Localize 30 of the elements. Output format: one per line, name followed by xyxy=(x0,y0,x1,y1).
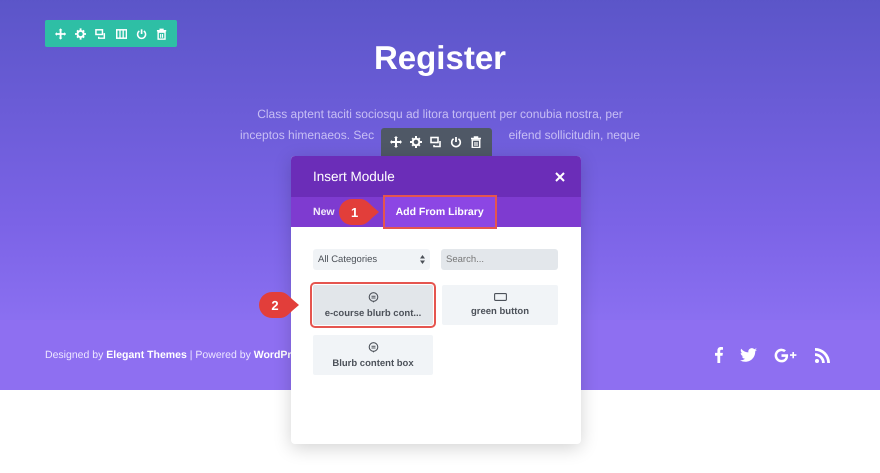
paragraph-text: inceptos himenaeos. Sec xyxy=(240,127,374,144)
tab[interactable]: New xyxy=(313,197,335,227)
search-field[interactable]: Search... xyxy=(441,249,558,270)
page-title: Register xyxy=(374,38,506,78)
library-item[interactable]: e-course blurb cont... xyxy=(313,285,433,325)
duplicate-icon[interactable] xyxy=(430,136,442,148)
library-item[interactable]: green button xyxy=(442,285,558,325)
tab[interactable]: Add From Library xyxy=(384,197,495,227)
google-plus-icon[interactable] xyxy=(774,348,798,362)
paragraph-text: eifend sollicitudin, neque xyxy=(508,127,640,144)
facebook-icon[interactable] xyxy=(715,347,723,363)
dialog-title: Insert Module xyxy=(313,169,395,184)
speech-bubble-icon xyxy=(368,292,378,302)
close-icon[interactable] xyxy=(555,172,565,182)
settings-icon[interactable] xyxy=(410,136,422,148)
bird-icon[interactable] xyxy=(740,348,757,362)
delete-icon[interactable] xyxy=(470,136,482,148)
power-icon[interactable] xyxy=(450,136,462,148)
columns-icon[interactable] xyxy=(116,28,127,40)
footer-credit: Designed by Elegant Themes | Powered by WordPr xyxy=(45,349,292,361)
move-icon[interactable] xyxy=(390,136,402,148)
speech-bubble-icon xyxy=(368,342,378,352)
up-down-arrows-icon xyxy=(420,255,425,264)
paragraph-text: Class aptent taciti sociosqu ad litora torquent per conubia nostra, per xyxy=(257,106,623,123)
rss-icon[interactable] xyxy=(815,348,830,362)
step-marker: 1 xyxy=(338,198,380,226)
library-item[interactable]: Blurb content box xyxy=(313,335,433,375)
button-icon xyxy=(494,293,506,301)
category-select[interactable]: All Categories xyxy=(313,249,430,270)
step-marker: 2 xyxy=(258,291,300,319)
